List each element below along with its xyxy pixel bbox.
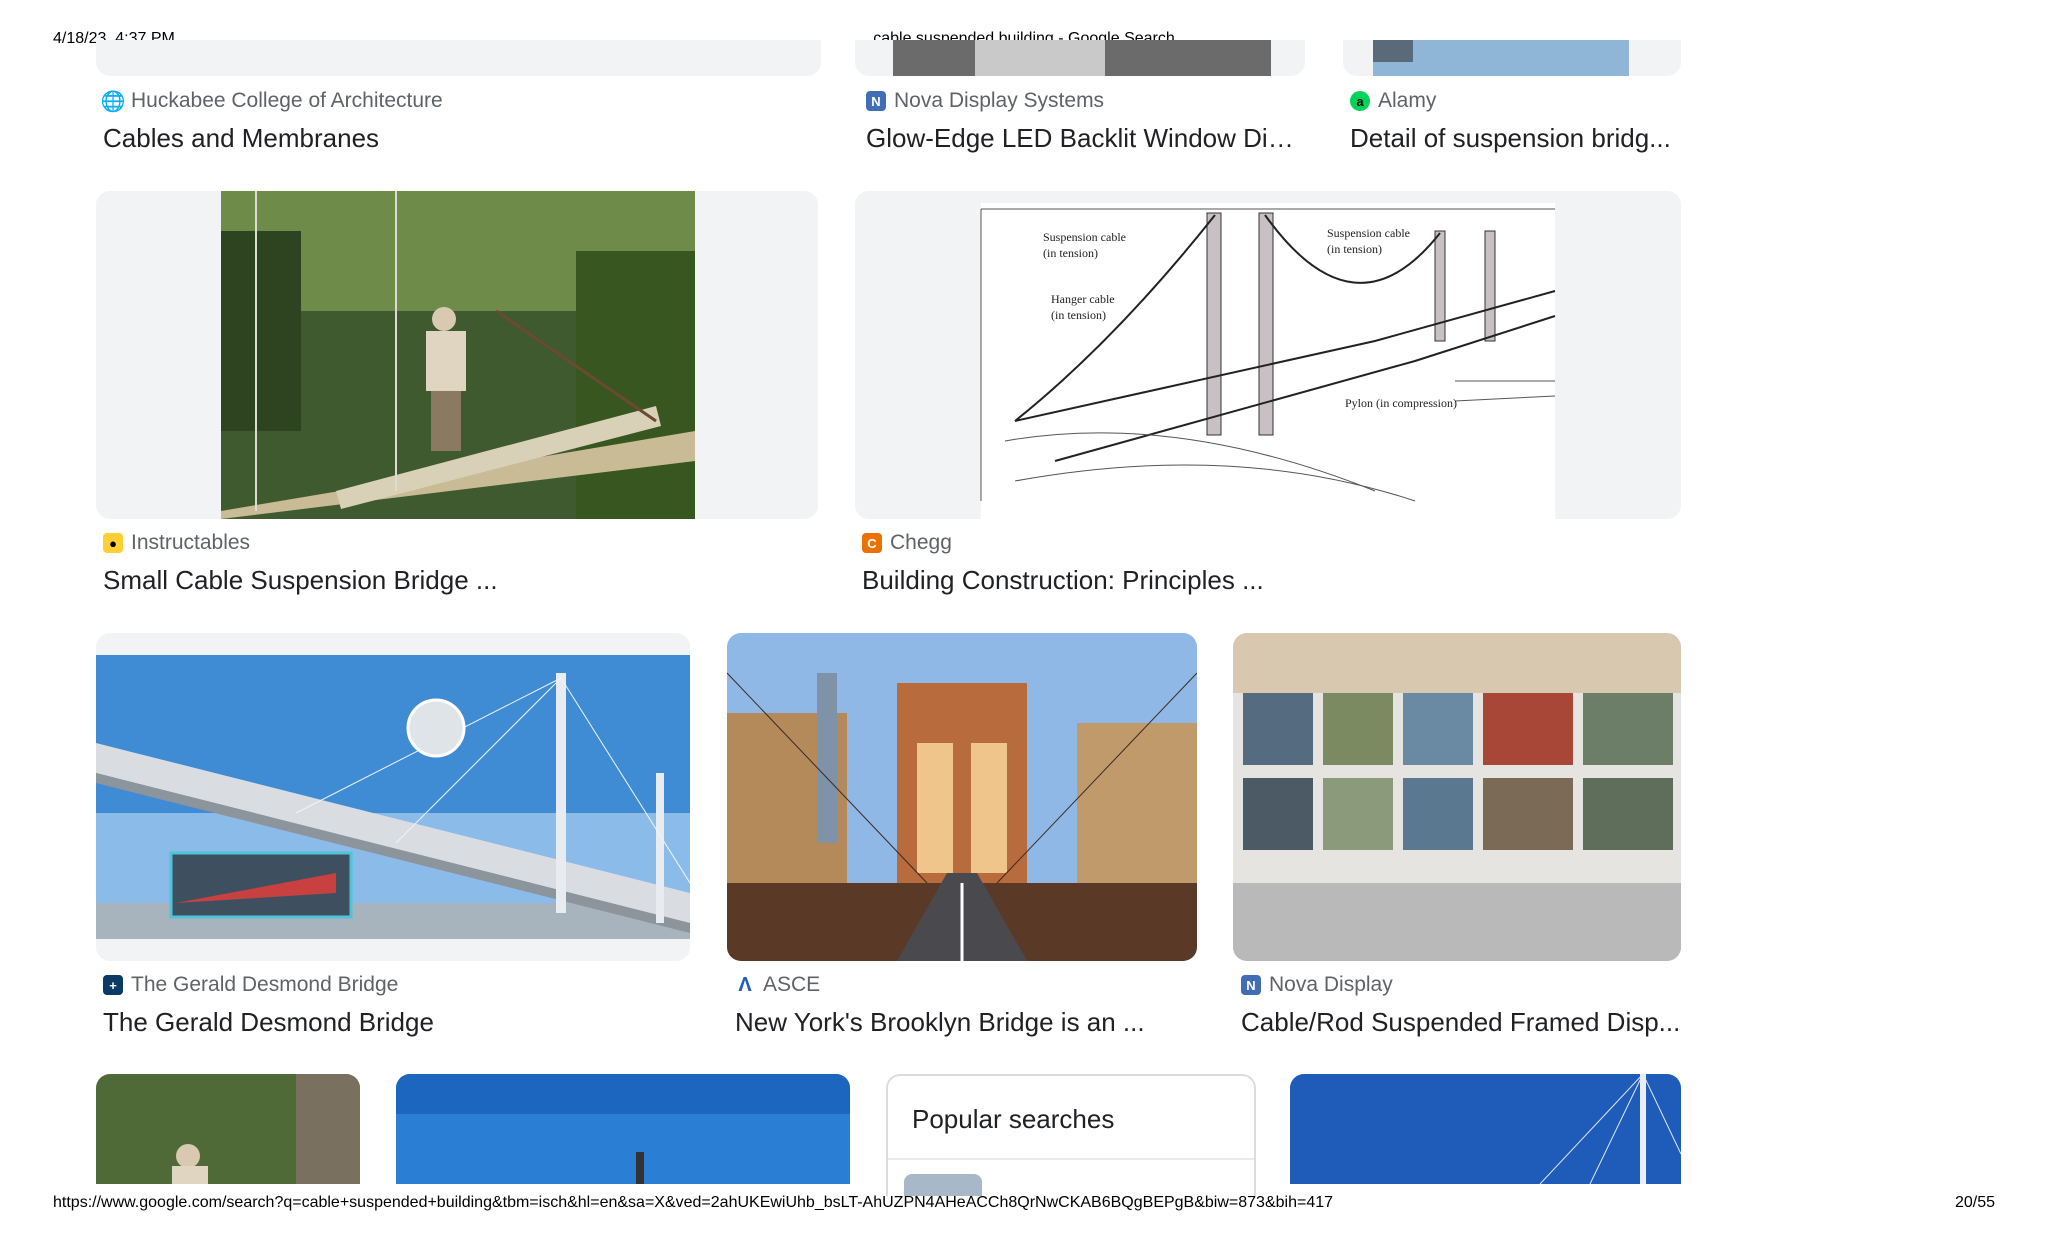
result-source[interactable]: N Nova Display Systems [866, 89, 1104, 113]
result-source[interactable]: ● Instructables [103, 531, 250, 555]
diagram-label-suspension-cable-left: Suspension cable [1043, 230, 1126, 244]
result-thumbnail[interactable] [396, 1074, 850, 1184]
gerald-desmond-bridge-render [96, 633, 690, 961]
result-thumbnail[interactable]: Suspension cable (in tension) Suspension… [855, 191, 1681, 519]
result-source[interactable]: 🌐 Huckabee College of Architecture [100, 89, 443, 113]
result-source-label: Nova Display [1269, 973, 1393, 996]
instructables-favicon: ● [103, 533, 123, 553]
diagram-label-in-tension: (in tension) [1327, 242, 1382, 256]
result-thumbnail[interactable] [96, 40, 821, 76]
result-thumbnail[interactable] [1290, 1074, 1681, 1184]
result-source-label: Nova Display Systems [894, 89, 1105, 112]
rope-bridge-photo [96, 191, 818, 519]
result-thumbnail[interactable] [96, 191, 818, 519]
result-source[interactable]: + The Gerald Desmond Bridge [103, 973, 398, 997]
print-page-counter: 20/55 [1954, 1194, 1995, 1211]
result-source-label: Instructables [131, 531, 251, 554]
result-thumbnail[interactable] [727, 633, 1197, 961]
asce-favicon: Λ [735, 974, 755, 996]
result-thumbnail[interactable] [96, 1074, 360, 1184]
diagram-label-suspension-cable-right: Suspension cable [1327, 226, 1410, 240]
result-thumbnail[interactable] [1343, 40, 1681, 76]
result-source[interactable]: a Alamy [1350, 89, 1436, 113]
result-source-label: Alamy [1378, 89, 1437, 112]
result-thumbnail[interactable] [855, 40, 1305, 76]
diagram-label-hanger-cable: Hanger cable [1051, 292, 1115, 306]
diagram-label-pylon: Pylon (in compression) [1345, 396, 1457, 410]
print-footer: https://www.google.com/search?q=cable+su… [53, 1194, 1995, 1216]
suspension-bridge-diagram: Suspension cable (in tension) Suspension… [855, 191, 1681, 519]
result-thumbnail[interactable] [96, 633, 690, 961]
result-source[interactable]: C Chegg [862, 531, 952, 555]
result-source[interactable]: Λ ASCE [735, 973, 820, 997]
diagram-label-in-tension: (in tension) [1051, 308, 1106, 322]
result-source-label: ASCE [763, 973, 821, 996]
result-title[interactable]: Small Cable Suspension Bridge ... [103, 565, 818, 596]
result-title[interactable]: Glow-Edge LED Backlit Window Dis... [866, 123, 1296, 154]
brooklyn-bridge-photo [727, 633, 1197, 961]
popular-searches-title: Popular searches [912, 1104, 1115, 1134]
result-title[interactable]: Cables and Membranes [103, 123, 823, 154]
result-title[interactable]: Detail of suspension bridg... [1350, 123, 1680, 154]
chegg-favicon: C [862, 533, 882, 553]
divider [888, 1158, 1254, 1160]
result-source-label: The Gerald Desmond Bridge [131, 973, 399, 996]
framed-display-photo [1233, 633, 1681, 961]
nova-display-favicon: N [1241, 975, 1261, 995]
nova-display-favicon: N [866, 91, 886, 111]
result-thumbnail[interactable] [1233, 633, 1681, 961]
globe-icon: 🌐 [100, 90, 126, 113]
print-url: https://www.google.com/search?q=cable+su… [53, 1194, 1334, 1211]
popular-searches-card[interactable]: Popular searches [886, 1074, 1256, 1196]
result-title[interactable]: Building Construction: Principles ... [862, 565, 1682, 596]
gerald-desmond-favicon: + [103, 975, 123, 995]
result-source[interactable]: N Nova Display [1241, 973, 1393, 997]
diagram-label-in-tension: (in tension) [1043, 246, 1098, 260]
result-title[interactable]: The Gerald Desmond Bridge [103, 1007, 693, 1038]
result-source-label: Chegg [890, 531, 952, 554]
popular-search-thumbnail[interactable] [904, 1174, 982, 1196]
result-title[interactable]: New York's Brooklyn Bridge is an ... [735, 1007, 1195, 1038]
result-title[interactable]: Cable/Rod Suspended Framed Disp... [1241, 1007, 1681, 1038]
result-source-label: Huckabee College of Architecture [131, 89, 443, 112]
alamy-favicon: a [1350, 91, 1370, 111]
